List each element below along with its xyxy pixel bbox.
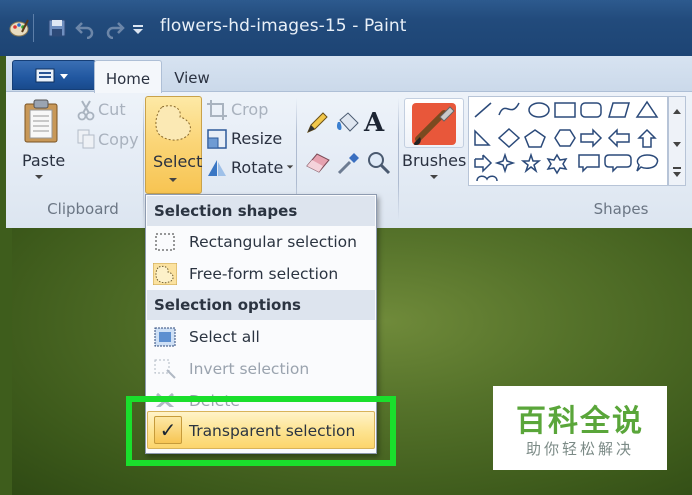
color-picker-icon[interactable] <box>336 150 362 176</box>
crop-icon[interactable] <box>206 99 228 121</box>
rectangular-selection-label: Rectangular selection <box>189 233 357 251</box>
watermark-subtitle: 助你轻松解决 <box>525 440 634 458</box>
redo-icon[interactable] <box>104 17 126 39</box>
paste-icon[interactable] <box>22 98 60 144</box>
tab-home[interactable]: Home <box>94 60 162 93</box>
brushes-chevron-icon[interactable] <box>429 173 439 181</box>
selection-options-header: Selection options <box>147 290 375 320</box>
paste-label[interactable]: Paste <box>22 151 65 170</box>
menu-item-rectangular-selection[interactable]: Rectangular selection <box>147 226 375 258</box>
watermark-badge: 百科全说 助你轻松解决 <box>493 386 667 470</box>
select-all-icon <box>154 327 176 347</box>
invert-selection-icon <box>154 359 176 379</box>
paste-chevron-icon[interactable] <box>34 173 44 181</box>
save-icon[interactable] <box>46 17 68 39</box>
shapes-icons[interactable] <box>469 97 667 185</box>
rectangular-selection-icon <box>155 233 175 251</box>
cut-icon[interactable] <box>76 99 96 121</box>
tab-view[interactable]: View <box>162 60 222 93</box>
title-bar: flowers-hd-images-15 - Paint <box>0 0 692 56</box>
brushes-label[interactable]: Brushes <box>402 151 466 170</box>
freeform-selection-icon <box>153 263 177 285</box>
menu-item-transparent-selection[interactable]: ✓ Transparent selection <box>147 411 375 449</box>
window-title: flowers-hd-images-15 - Paint <box>160 16 407 36</box>
select-all-label: Select all <box>189 328 260 346</box>
copy-label[interactable]: Copy <box>98 130 139 149</box>
crop-label[interactable]: Crop <box>231 100 268 119</box>
brush-icon <box>412 103 456 145</box>
brushes-button[interactable] <box>404 98 464 148</box>
paint-app-icon[interactable] <box>8 17 30 39</box>
customize-qa-chevron-icon[interactable] <box>130 17 146 39</box>
transparent-selection-label: Transparent selection <box>189 422 356 440</box>
checkmark-icon: ✓ <box>154 416 182 444</box>
shapes-scrollbar[interactable] <box>668 96 686 186</box>
invert-selection-label: Invert selection <box>189 360 310 378</box>
eraser-icon[interactable] <box>304 150 332 174</box>
resize-icon[interactable] <box>206 128 228 150</box>
fill-bucket-icon[interactable] <box>334 110 362 136</box>
select-button[interactable]: Select <box>145 96 202 194</box>
file-menu-button[interactable] <box>12 60 96 90</box>
shapes-group-label: Shapes <box>593 200 649 218</box>
menu-item-freeform-selection[interactable]: Free-form selection <box>147 258 375 290</box>
menu-item-select-all[interactable]: Select all <box>147 321 375 353</box>
separator <box>143 98 144 220</box>
qa-divider <box>33 14 34 42</box>
file-menu-icon <box>35 68 68 83</box>
copy-icon[interactable] <box>76 128 96 150</box>
freeform-select-icon <box>155 105 191 141</box>
cut-label[interactable]: Cut <box>98 100 126 119</box>
freeform-selection-label: Free-form selection <box>189 265 339 283</box>
text-tool-icon[interactable]: A <box>364 108 384 138</box>
magnifier-icon[interactable] <box>366 150 392 176</box>
resize-label[interactable]: Resize <box>231 129 282 148</box>
pencil-icon[interactable] <box>304 110 330 136</box>
selection-shapes-header: Selection shapes <box>147 196 375 226</box>
rotate-icon[interactable] <box>206 156 228 178</box>
shapes-scroll-icons[interactable] <box>669 97 685 185</box>
select-label: Select <box>153 152 203 171</box>
clipboard-group-label: Clipboard <box>47 200 119 218</box>
undo-icon[interactable] <box>74 17 96 39</box>
watermark-title: 百科全说 <box>516 404 644 439</box>
menu-item-invert-selection[interactable]: Invert selection <box>147 353 375 385</box>
rotate-chevron-icon[interactable] <box>286 163 294 171</box>
separator <box>398 98 399 220</box>
tab-strip: Home View <box>6 56 692 93</box>
shapes-gallery[interactable] <box>468 96 668 186</box>
rotate-label[interactable]: Rotate <box>231 158 283 177</box>
select-chevron-icon <box>169 178 177 182</box>
